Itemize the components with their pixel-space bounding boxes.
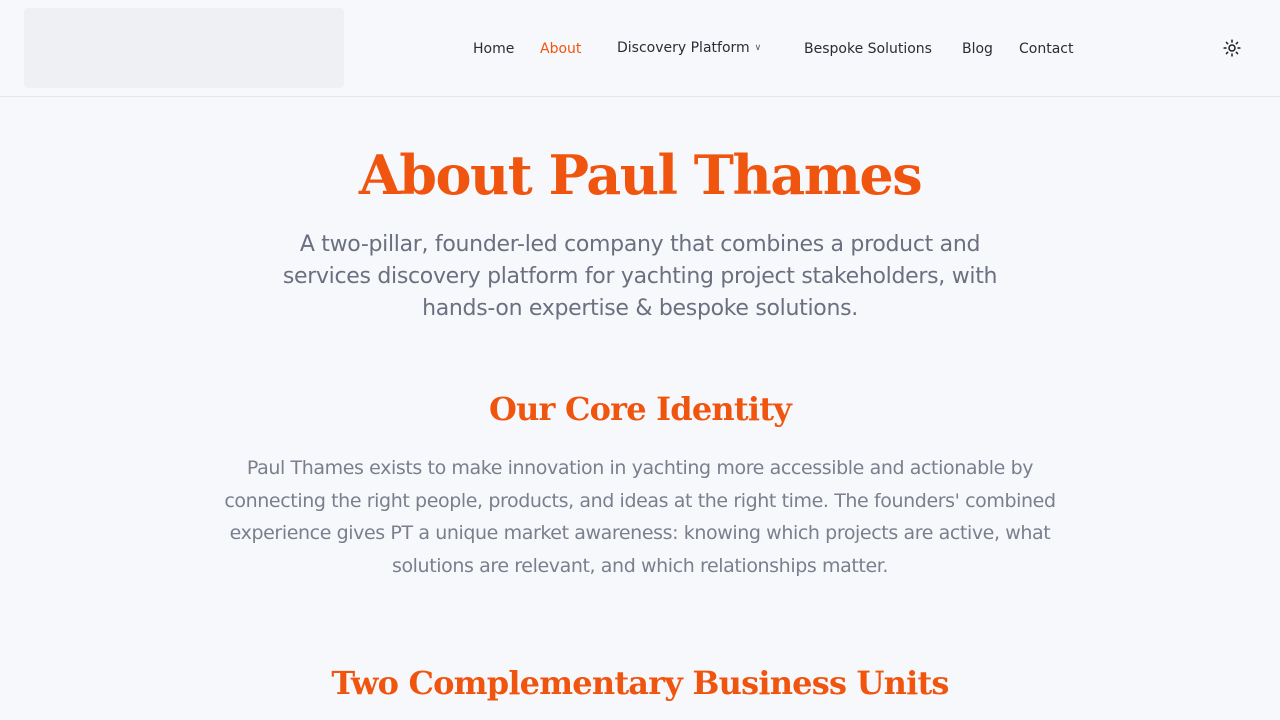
nav-discovery-platform-dropdown[interactable]: Discovery Platform ∨	[617, 37, 761, 59]
theme-toggle-button[interactable]	[1221, 37, 1243, 59]
nav-bespoke-solutions-link[interactable]: Bespoke Solutions	[804, 38, 932, 60]
site-header: Home About Discovery Platform ∨ Bespoke S…	[0, 0, 1280, 97]
page-title: About Paul Thames	[358, 143, 923, 207]
nav-blog-link[interactable]: Blog	[962, 38, 993, 60]
chevron-down-icon: ∨	[754, 43, 762, 53]
nav-home-link[interactable]: Home	[473, 38, 514, 60]
main-nav: Home About Discovery Platform ∨ Bespoke S…	[0, 38, 1280, 60]
nav-discovery-label: Discovery Platform	[617, 40, 750, 56]
business-units-heading: Two Complementary Business Units	[331, 664, 949, 702]
hero-lead-text: A two-pillar, founder-led company that c…	[282, 232, 998, 321]
sun-icon	[1223, 39, 1241, 57]
core-identity-text: Paul Thames exists to make innovation in…	[224, 457, 1056, 577]
nav-contact-link[interactable]: Contact	[1019, 38, 1073, 60]
nav-about-link[interactable]: About	[540, 38, 581, 60]
core-identity-heading: Our Core Identity	[489, 390, 792, 428]
